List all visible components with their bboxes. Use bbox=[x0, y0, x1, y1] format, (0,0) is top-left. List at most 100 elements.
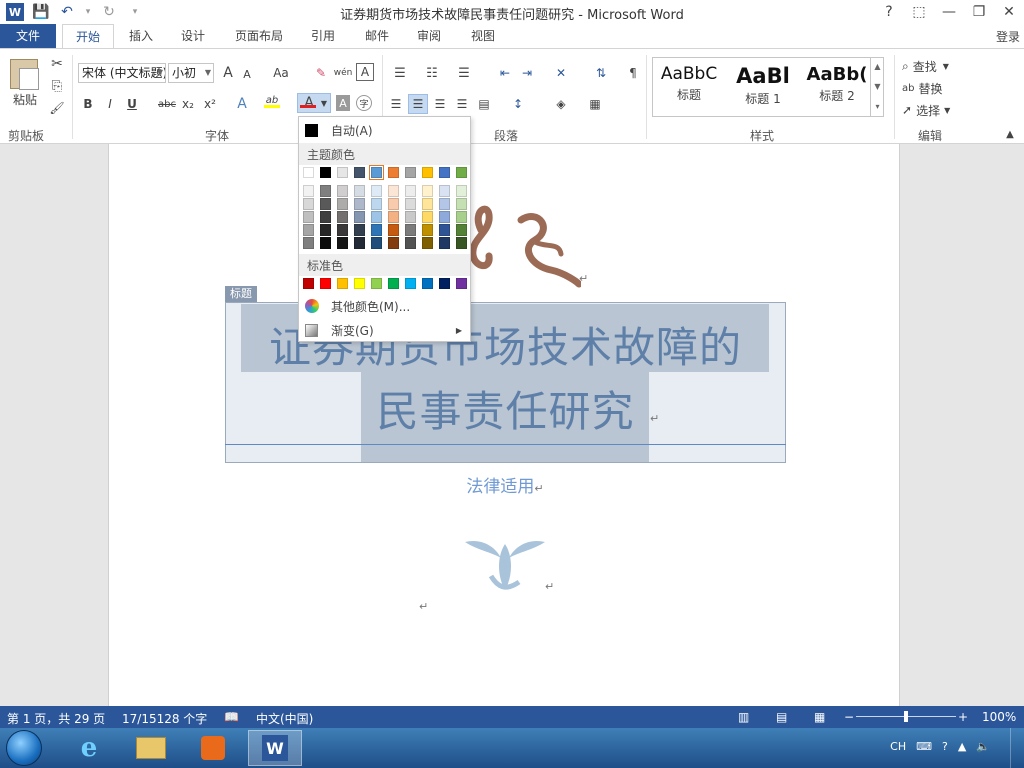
theme-shade-swatch[interactable] bbox=[337, 185, 348, 197]
theme-shade-swatch[interactable] bbox=[371, 185, 382, 197]
theme-shade-swatch[interactable] bbox=[422, 211, 433, 223]
login-link[interactable]: 登录 bbox=[996, 28, 1020, 45]
character-border-button[interactable]: A bbox=[356, 63, 374, 81]
theme-shade-swatch[interactable] bbox=[405, 211, 416, 223]
file-explorer-icon[interactable] bbox=[124, 730, 178, 766]
theme-shade-swatch[interactable] bbox=[422, 224, 433, 236]
minimize-button[interactable]: — bbox=[934, 0, 964, 24]
theme-shade-swatch[interactable] bbox=[303, 237, 314, 249]
show-marks-icon[interactable]: ¶ bbox=[624, 63, 642, 83]
theme-shade-swatch[interactable] bbox=[303, 224, 314, 236]
borders-icon[interactable]: ▦ bbox=[582, 95, 608, 113]
theme-shade-swatch[interactable] bbox=[456, 224, 467, 236]
superscript-button[interactable]: x² bbox=[202, 95, 218, 113]
word-taskbar-icon[interactable]: W bbox=[248, 730, 302, 766]
align-right-icon[interactable]: ☰ bbox=[432, 95, 448, 113]
tab-design[interactable]: 设计 bbox=[172, 24, 214, 48]
theme-shade-swatch[interactable] bbox=[439, 211, 450, 223]
enclose-characters-button[interactable]: 字 bbox=[356, 95, 372, 111]
theme-color-swatch[interactable] bbox=[303, 167, 314, 178]
tab-references[interactable]: 引用 bbox=[302, 24, 344, 48]
distributed-icon[interactable]: ▤ bbox=[476, 95, 492, 113]
justify-icon[interactable]: ☰ bbox=[454, 95, 470, 113]
paste-icon[interactable] bbox=[10, 59, 39, 90]
document-page[interactable]: ↵ 标题 证券期货市场技术故障的 民事责任研究 ↵ 法律适用↵ ↵ ↵ bbox=[108, 144, 900, 706]
theme-color-swatch[interactable] bbox=[439, 167, 450, 178]
proofing-icon[interactable]: 📖 bbox=[224, 710, 239, 724]
theme-color-swatch[interactable] bbox=[405, 167, 416, 178]
theme-color-swatch[interactable] bbox=[456, 167, 467, 178]
print-layout-icon[interactable]: ▤ bbox=[776, 710, 787, 724]
word-count[interactable]: 17/15128 个字 bbox=[122, 710, 207, 727]
tab-layout[interactable]: 页面布局 bbox=[226, 24, 292, 48]
theme-shade-swatch[interactable] bbox=[388, 198, 399, 210]
standard-color-swatch[interactable] bbox=[354, 278, 365, 289]
theme-shade-swatch[interactable] bbox=[456, 198, 467, 210]
clear-format-icon[interactable]: ✎ bbox=[312, 63, 330, 83]
read-mode-icon[interactable]: ▥ bbox=[738, 710, 749, 724]
show-hidden-icons-icon[interactable]: ▲ bbox=[958, 740, 966, 753]
styles-scroll[interactable]: ▲ ▼ ▾ bbox=[870, 57, 884, 117]
align-center-icon[interactable]: ☰ bbox=[408, 94, 428, 114]
page-count[interactable]: 第 1 页，共 29 页 bbox=[7, 710, 105, 727]
theme-color-swatch[interactable] bbox=[320, 167, 331, 178]
style-heading1[interactable]: AaBl 标题 1 bbox=[727, 58, 799, 116]
theme-shade-swatch[interactable] bbox=[405, 198, 416, 210]
theme-color-swatch[interactable] bbox=[337, 167, 348, 178]
format-painter-icon[interactable]: 🖌 bbox=[48, 99, 66, 117]
theme-shade-swatch[interactable] bbox=[405, 185, 416, 197]
theme-shade-swatch[interactable] bbox=[371, 198, 382, 210]
theme-shade-swatch[interactable] bbox=[388, 185, 399, 197]
sort-icon[interactable]: ⇅ bbox=[592, 63, 610, 83]
style-title[interactable]: AaBbC 标题 bbox=[653, 58, 725, 116]
tab-insert[interactable]: 插入 bbox=[120, 24, 162, 48]
theme-shade-swatch[interactable] bbox=[354, 211, 365, 223]
cut-icon[interactable]: ✂ bbox=[48, 55, 66, 73]
theme-shade-swatch[interactable] bbox=[439, 237, 450, 249]
theme-shade-swatch[interactable] bbox=[422, 237, 433, 249]
theme-shade-swatch[interactable] bbox=[388, 237, 399, 249]
close-button[interactable]: ✕ bbox=[994, 0, 1024, 24]
standard-color-swatch[interactable] bbox=[303, 278, 314, 289]
show-desktop-button[interactable] bbox=[1010, 728, 1024, 768]
theme-color-swatch[interactable] bbox=[354, 167, 365, 178]
theme-shade-swatch[interactable] bbox=[354, 198, 365, 210]
paste-button[interactable]: 粘贴 bbox=[8, 91, 42, 107]
tab-file[interactable]: 文件 bbox=[0, 24, 56, 48]
increase-indent-icon[interactable]: ⇥ bbox=[518, 63, 536, 83]
theme-shade-swatch[interactable] bbox=[371, 237, 382, 249]
bullets-icon[interactable]: ☰ bbox=[388, 63, 412, 83]
style-heading2[interactable]: AaBb( 标题 2 bbox=[801, 58, 873, 116]
strikethrough-button[interactable]: abc bbox=[156, 95, 178, 113]
chinese-layout-icon[interactable]: ✕ bbox=[548, 63, 574, 83]
zoom-slider-thumb[interactable] bbox=[904, 711, 908, 722]
align-left-icon[interactable]: ☰ bbox=[388, 95, 404, 113]
language[interactable]: 中文(中国) bbox=[256, 710, 313, 727]
theme-shade-swatch[interactable] bbox=[354, 185, 365, 197]
theme-shade-swatch[interactable] bbox=[337, 224, 348, 236]
replace-button[interactable]: ab 替换 bbox=[902, 79, 943, 97]
theme-shade-swatch[interactable] bbox=[371, 224, 382, 236]
italic-button[interactable]: I bbox=[102, 95, 118, 113]
title-content-control-tag[interactable]: 标题 bbox=[225, 286, 257, 302]
theme-shade-swatch[interactable] bbox=[439, 185, 450, 197]
phonetic-guide-button[interactable]: wén bbox=[334, 63, 353, 83]
zoom-in-icon[interactable]: + bbox=[958, 710, 968, 724]
standard-color-swatch[interactable] bbox=[456, 278, 467, 289]
theme-shade-swatch[interactable] bbox=[439, 198, 450, 210]
standard-color-swatch[interactable] bbox=[422, 278, 433, 289]
volume-icon[interactable]: 🔈 bbox=[976, 740, 990, 753]
theme-color-swatch[interactable] bbox=[369, 165, 384, 180]
find-button[interactable]: ⌕ 查找 ▼ bbox=[902, 57, 949, 75]
keyboard-icon[interactable]: ⌨ bbox=[916, 740, 932, 753]
copy-icon[interactable]: ⎘ bbox=[48, 77, 66, 95]
numbering-icon[interactable]: ☷ bbox=[420, 63, 444, 83]
font-name-combo[interactable]: 宋体 (中文标题) ▼ bbox=[78, 63, 166, 83]
theme-shade-swatch[interactable] bbox=[456, 211, 467, 223]
theme-shade-swatch[interactable] bbox=[354, 237, 365, 249]
zoom-out-icon[interactable]: − bbox=[844, 710, 854, 724]
help-button[interactable]: ? bbox=[874, 0, 904, 24]
document-title-line2[interactable]: 民事责任研究 bbox=[225, 378, 786, 439]
theme-shade-swatch[interactable] bbox=[422, 185, 433, 197]
ribbon-display-button[interactable]: ⬚ bbox=[904, 0, 934, 24]
